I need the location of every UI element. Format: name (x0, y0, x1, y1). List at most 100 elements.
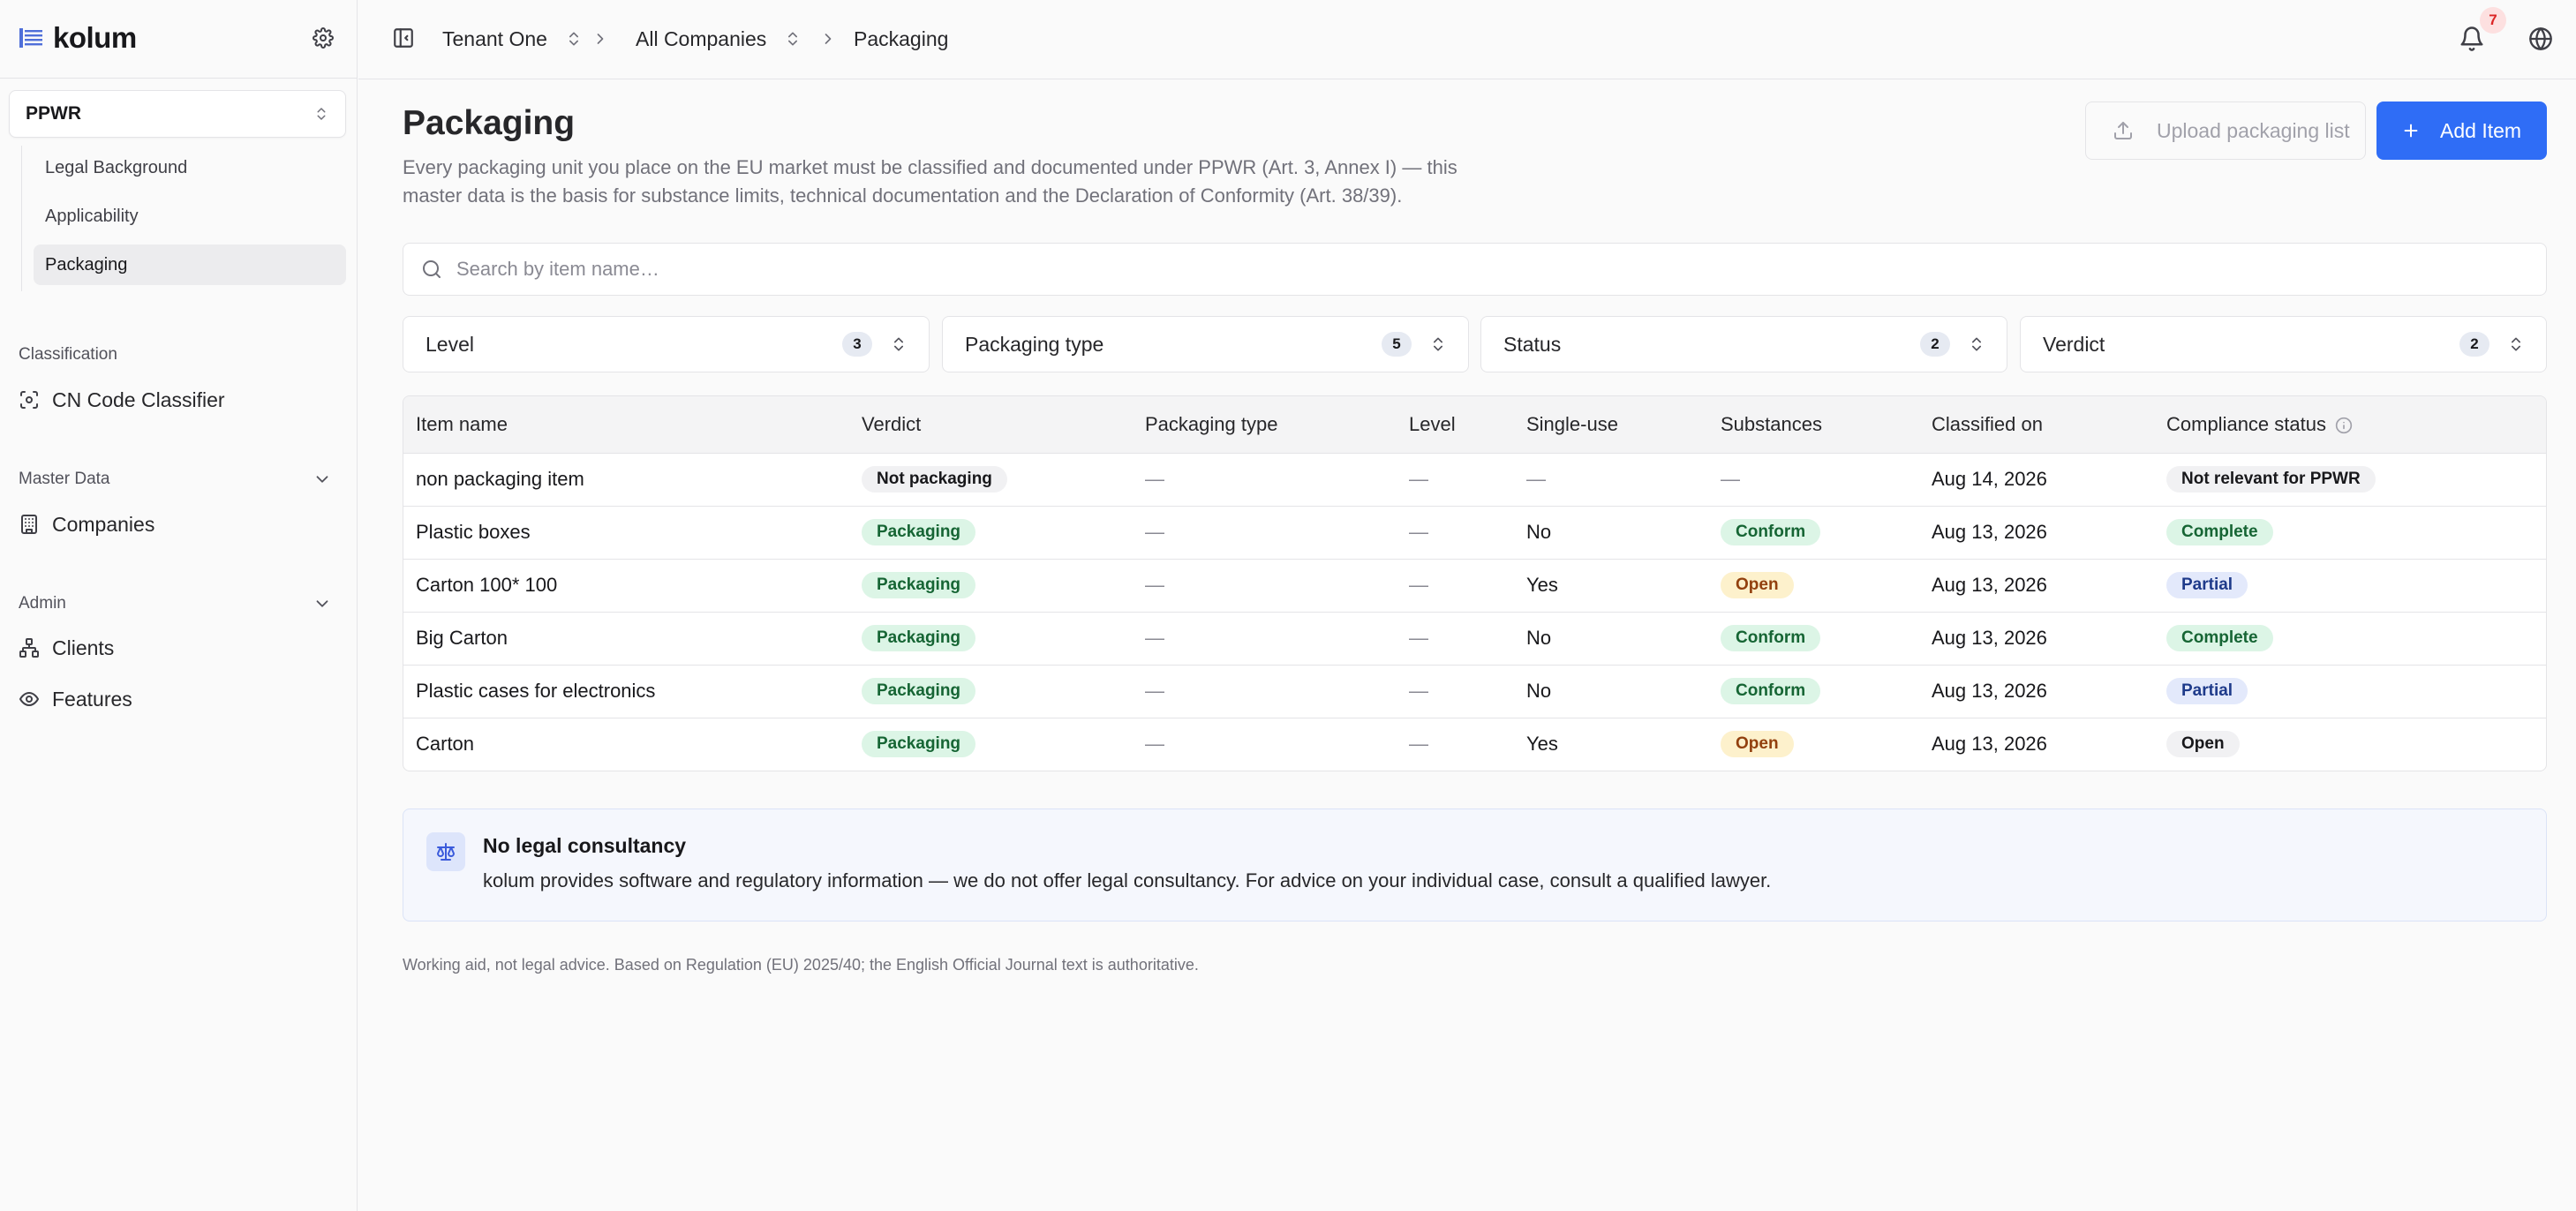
plus-icon (2404, 124, 2418, 138)
filter-status[interactable]: Status 2 (1480, 316, 2007, 372)
column-header-packaging-type[interactable]: Packaging type (1133, 396, 1397, 454)
module-selector-label: PPWR (26, 103, 81, 124)
cell-substances: Open (1708, 559, 1919, 613)
column-header-item-name[interactable]: Item name (403, 396, 849, 454)
notice-text: kolum provides software and regulatory i… (483, 869, 1772, 891)
column-header-single-use[interactable]: Single-use (1514, 396, 1708, 454)
verdict-badge: Not packaging (862, 466, 1007, 493)
eye-icon (19, 692, 39, 706)
filter-verdict[interactable]: Verdict 2 (2020, 316, 2547, 372)
cell-verdict: Packaging (849, 665, 1133, 718)
gear-icon (313, 27, 334, 49)
column-header-classified-on[interactable]: Classified on (1919, 396, 2154, 454)
column-header-compliance-status[interactable]: Compliance status (2154, 396, 2546, 454)
cell-single-use: — (1514, 453, 1708, 507)
sub-nav-item-packaging[interactable]: Packaging (34, 244, 346, 285)
chevron-up-down-icon (2512, 337, 2520, 351)
cell-packaging-type: — (1133, 612, 1397, 666)
section-label-classification: Classification (19, 345, 117, 364)
compliance-badge: Complete (2166, 519, 2273, 545)
filter-packaging-type[interactable]: Packaging type 5 (942, 316, 1469, 372)
sidebar-item-clients[interactable]: Clients (19, 630, 114, 666)
upload-icon (2114, 122, 2132, 139)
section-label-master-data: Master Data (19, 470, 110, 488)
cell-level: — (1397, 559, 1514, 613)
cell-compliance: Open (2154, 718, 2546, 771)
cell-substances: Conform (1708, 612, 1919, 666)
table-row[interactable]: Carton Packaging — — Yes Open Aug 13, 20… (403, 718, 2546, 771)
sub-nav-item-legal-background[interactable]: Legal Background (34, 147, 346, 188)
compliance-badge: Open (2166, 731, 2240, 758)
cell-packaging-type: — (1133, 559, 1397, 613)
upload-packaging-list-button[interactable]: Upload packaging list (2085, 102, 2366, 160)
cell-classified-on: Aug 13, 2026 (1919, 612, 2154, 666)
cell-item-name: Carton 100* 100 (403, 559, 849, 613)
page-title: Packaging (403, 104, 576, 142)
table-header-row: Item name Verdict Packaging type Level S… (403, 396, 2546, 454)
table-row[interactable]: Plastic boxes Packaging — — No Conform A… (403, 506, 2546, 560)
sidebar-item-cn-code-classifier[interactable]: CN Code Classifier (19, 382, 225, 417)
column-header-level[interactable]: Level (1397, 396, 1514, 454)
app-logo[interactable]: kolum (19, 19, 137, 56)
breadcrumb-tenant-label: Tenant One (442, 26, 547, 50)
table-row[interactable]: non packaging item Not packaging — — — —… (403, 453, 2546, 507)
filter-count-badge: 2 (2459, 332, 2489, 357)
cell-single-use: No (1514, 612, 1708, 666)
cell-verdict: Packaging (849, 612, 1133, 666)
filter-level[interactable]: Level 3 (403, 316, 930, 372)
substances-badge: Conform (1721, 625, 1821, 651)
sub-nav-item-applicability[interactable]: Applicability (34, 196, 346, 237)
search-icon (423, 260, 441, 278)
chevron-down-icon[interactable] (313, 470, 332, 489)
section-label-admin: Admin (19, 594, 66, 613)
breadcrumb-tenant[interactable]: Tenant One (442, 23, 583, 55)
cell-verdict: Packaging (849, 506, 1133, 560)
table-row[interactable]: Carton 100* 100 Packaging — — Yes Open A… (403, 559, 2546, 613)
cell-single-use: No (1514, 665, 1708, 718)
verdict-badge: Packaging (862, 625, 976, 651)
sidebar-item-features[interactable]: Features (19, 681, 132, 717)
cell-compliance: Partial (2154, 665, 2546, 718)
compliance-badge: Complete (2166, 625, 2273, 651)
column-header-substances[interactable]: Substances (1708, 396, 1919, 454)
footnote: Working aid, not legal advice. Based on … (403, 956, 1199, 974)
top-bar: Tenant One All Companies Packaging (358, 0, 2576, 79)
column-header-verdict[interactable]: Verdict (849, 396, 1133, 454)
cell-substances: — (1708, 453, 1919, 507)
cell-item-name: Big Carton (403, 612, 849, 666)
sidebar-item-label: Companies (52, 512, 155, 536)
breadcrumb-company[interactable]: All Companies (636, 23, 802, 55)
cell-classified-on: Aug 14, 2026 (1919, 453, 2154, 507)
sidebar-item-label: Features (52, 687, 132, 711)
scan-icon (20, 391, 38, 409)
sidebar-toggle-icon[interactable] (392, 26, 415, 49)
module-selector[interactable]: PPWR (9, 90, 346, 138)
cell-packaging-type: — (1145, 733, 1164, 756)
cell-verdict: Not packaging (849, 453, 1133, 507)
notification-count-badge: 7 (2480, 7, 2506, 34)
add-item-button[interactable]: Add Item (2376, 102, 2547, 160)
verdict-badge: Packaging (862, 572, 976, 598)
compliance-badge: Partial (2166, 678, 2248, 704)
sidebar-item-companies[interactable]: Companies (19, 507, 154, 542)
substances-badge: Conform (1721, 519, 1821, 545)
notice-title: No legal consultancy (483, 834, 687, 857)
bell-icon[interactable] (2459, 26, 2485, 52)
cell-item-name: Plastic boxes (403, 506, 849, 560)
cell-packaging-type: — (1133, 665, 1397, 718)
scale-icon-tile (426, 832, 465, 871)
globe-icon[interactable] (2528, 26, 2553, 51)
network-icon (19, 638, 39, 658)
search-field (403, 243, 2547, 296)
verdict-badge: Packaging (862, 731, 976, 758)
settings-button[interactable] (309, 24, 337, 52)
filter-label: Status (1503, 332, 1562, 356)
search-input[interactable] (456, 258, 2546, 281)
info-icon[interactable] (2335, 417, 2353, 434)
cell-classified-on: Aug 13, 2026 (1919, 506, 2154, 560)
filter-count-badge: 5 (1382, 332, 1412, 357)
cell-packaging-type: — (1133, 506, 1397, 560)
table-row[interactable]: Big Carton Packaging — — No Conform Aug … (403, 612, 2546, 666)
table-row[interactable]: Plastic cases for electronics Packaging … (403, 665, 2546, 718)
chevron-down-icon[interactable] (313, 594, 332, 613)
